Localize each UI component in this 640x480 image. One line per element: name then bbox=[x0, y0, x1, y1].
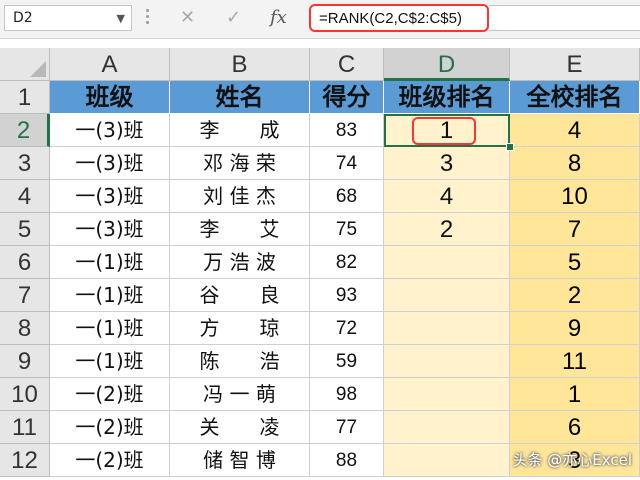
table-cell-school-rank-col[interactable]: 4 bbox=[510, 114, 640, 147]
table-cell-class-rank-col[interactable] bbox=[384, 378, 510, 411]
column-header-c[interactable]: C bbox=[310, 48, 384, 81]
table-cell-score-col[interactable]: 88 bbox=[310, 444, 384, 477]
column-header-a[interactable]: A bbox=[50, 48, 170, 81]
cancel-icon[interactable]: ✕ bbox=[180, 7, 195, 28]
table-cell-school-rank-col[interactable]: 8 bbox=[510, 147, 640, 180]
table-cell-name-col[interactable]: 李 成 bbox=[170, 114, 310, 147]
table-cell-class-col[interactable]: 一(1)班 bbox=[50, 312, 170, 345]
row-header-1[interactable]: 1 bbox=[0, 81, 50, 114]
select-all-button[interactable] bbox=[0, 48, 50, 81]
watermark: 头条 @亦心Excel bbox=[512, 451, 632, 469]
table-cell-score-col[interactable]: 83 bbox=[310, 114, 384, 147]
table-cell-school-rank-col[interactable]: 9 bbox=[510, 312, 640, 345]
table-cell-score-col[interactable]: 93 bbox=[310, 279, 384, 312]
name-box-value: D2 bbox=[13, 10, 33, 26]
table-cell-name-col[interactable]: 刘 佳 杰 bbox=[170, 180, 310, 213]
formula-buttons: ✕ ✓ fx bbox=[166, 5, 306, 31]
table-cell-score-col[interactable]: 72 bbox=[310, 312, 384, 345]
row-header-8[interactable]: 8 bbox=[0, 312, 50, 345]
table-cell-score-col[interactable]: 82 bbox=[310, 246, 384, 279]
table-header-class-col[interactable]: 班级 bbox=[50, 81, 170, 114]
row-header-5[interactable]: 5 bbox=[0, 213, 50, 246]
row-header-10[interactable]: 10 bbox=[0, 378, 50, 411]
row-header-11[interactable]: 11 bbox=[0, 411, 50, 444]
table-cell-name-col[interactable]: 邓 海 荣 bbox=[170, 147, 310, 180]
name-box[interactable]: D2 ▼ bbox=[4, 5, 132, 31]
table-cell-score-col[interactable]: 98 bbox=[310, 378, 384, 411]
column-header-e[interactable]: E bbox=[510, 48, 640, 81]
enter-icon[interactable]: ✓ bbox=[226, 7, 241, 28]
table-cell-class-col[interactable]: 一(2)班 bbox=[50, 444, 170, 477]
table-cell-name-col[interactable]: 李 艾 bbox=[170, 213, 310, 246]
table-cell-class-rank-col[interactable] bbox=[384, 411, 510, 444]
table-header-school-rank-col[interactable]: 全校排名 bbox=[510, 81, 640, 114]
table-cell-class-col[interactable]: 一(3)班 bbox=[50, 147, 170, 180]
table-cell-class-col[interactable]: 一(1)班 bbox=[50, 345, 170, 378]
table-cell-class-rank-col[interactable]: 2 bbox=[384, 213, 510, 246]
table-cell-class-rank-col[interactable] bbox=[384, 312, 510, 345]
table-cell-name-col[interactable]: 储 智 博 bbox=[170, 444, 310, 477]
table-cell-name-col[interactable]: 方 琼 bbox=[170, 312, 310, 345]
table-cell-class-rank-col[interactable] bbox=[384, 246, 510, 279]
row-header-12[interactable]: 12 bbox=[0, 444, 50, 477]
formula-input[interactable]: =RANK(C2,C$2:C$5) bbox=[309, 4, 489, 32]
table-cell-class-col[interactable]: 一(2)班 bbox=[50, 378, 170, 411]
table-cell-class-col[interactable]: 一(1)班 bbox=[50, 246, 170, 279]
table-cell-score-col[interactable]: 59 bbox=[310, 345, 384, 378]
table-cell-school-rank-col[interactable]: 1 bbox=[510, 378, 640, 411]
formula-bar: D2 ▼ ✕ ✓ fx =RANK(C2,C$2:C$5) bbox=[0, 0, 640, 39]
table-cell-class-rank-col[interactable]: 4 bbox=[384, 180, 510, 213]
table-cell-score-col[interactable]: 74 bbox=[310, 147, 384, 180]
table-cell-class-col[interactable]: 一(3)班 bbox=[50, 213, 170, 246]
table-cell-school-rank-col[interactable]: 7 bbox=[510, 213, 640, 246]
table-cell-class-rank-col[interactable] bbox=[384, 279, 510, 312]
formula-text: =RANK(C2,C$2:C$5) bbox=[319, 10, 462, 27]
insert-function-icon[interactable]: fx bbox=[270, 7, 287, 28]
row-header-4[interactable]: 4 bbox=[0, 180, 50, 213]
row-header-6[interactable]: 6 bbox=[0, 246, 50, 279]
table-cell-class-col[interactable]: 一(3)班 bbox=[50, 114, 170, 147]
row-header-3[interactable]: 3 bbox=[0, 147, 50, 180]
formula-input-extension[interactable] bbox=[489, 5, 640, 31]
table-cell-class-rank-col[interactable]: 3 bbox=[384, 147, 510, 180]
row-header-2[interactable]: 2 bbox=[0, 114, 50, 147]
table-cell-name-col[interactable]: 谷 良 bbox=[170, 279, 310, 312]
table-cell-class-rank-col[interactable] bbox=[384, 444, 510, 477]
row-header-9[interactable]: 9 bbox=[0, 345, 50, 378]
table-cell-score-col[interactable]: 75 bbox=[310, 213, 384, 246]
column-header-d[interactable]: D bbox=[384, 48, 510, 81]
table-header-class-rank-col[interactable]: 班级排名 bbox=[384, 81, 510, 114]
table-cell-school-rank-col[interactable]: 2 bbox=[510, 279, 640, 312]
row-header-7[interactable]: 7 bbox=[0, 279, 50, 312]
table-cell-class-col[interactable]: 一(1)班 bbox=[50, 279, 170, 312]
table-cell-school-rank-col[interactable]: 10 bbox=[510, 180, 640, 213]
chevron-down-icon[interactable]: ▼ bbox=[117, 12, 125, 25]
table-header-name-col[interactable]: 姓名 bbox=[170, 81, 310, 114]
column-header-b[interactable]: B bbox=[170, 48, 310, 81]
table-header-score-col[interactable]: 得分 bbox=[310, 81, 384, 114]
table-cell-class-rank-col[interactable] bbox=[384, 345, 510, 378]
table-cell-name-col[interactable]: 关 凌 bbox=[170, 411, 310, 444]
fill-handle[interactable] bbox=[506, 143, 514, 151]
table-cell-school-rank-col[interactable]: 11 bbox=[510, 345, 640, 378]
table-cell-school-rank-col[interactable]: 6 bbox=[510, 411, 640, 444]
table-cell-school-rank-col[interactable]: 5 bbox=[510, 246, 640, 279]
table-cell-name-col[interactable]: 万 浩 波 bbox=[170, 246, 310, 279]
table-cell-name-col[interactable]: 陈 浩 bbox=[170, 345, 310, 378]
table-cell-name-col[interactable]: 冯 一 萌 bbox=[170, 378, 310, 411]
table-cell-class-col[interactable]: 一(3)班 bbox=[50, 180, 170, 213]
table-cell-class-col[interactable]: 一(2)班 bbox=[50, 411, 170, 444]
drag-handle-icon[interactable] bbox=[146, 9, 150, 29]
table-cell-score-col[interactable]: 68 bbox=[310, 180, 384, 213]
table-cell-score-col[interactable]: 77 bbox=[310, 411, 384, 444]
highlight-box bbox=[412, 117, 476, 145]
